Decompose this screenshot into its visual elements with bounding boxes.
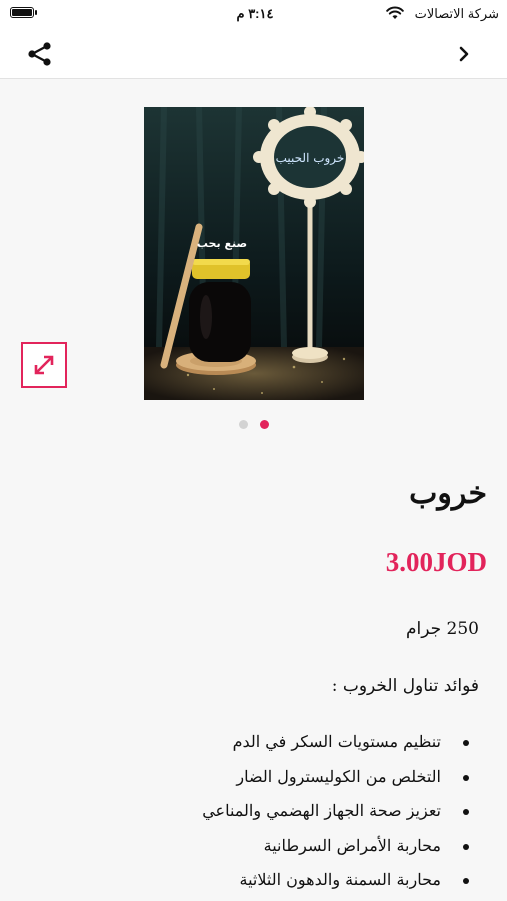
product-weight: 250 جرام bbox=[406, 619, 479, 639]
benefits-list: تنظيم مستويات السكر في الدم التخلص من ال… bbox=[202, 728, 469, 901]
carousel-dot-active[interactable] bbox=[260, 420, 269, 429]
status-time: ٣:١٤ م bbox=[236, 6, 274, 21]
benefits-heading: فوائد تناول الخروب : bbox=[331, 676, 479, 696]
image-caption: صنع بحب bbox=[197, 237, 247, 250]
carousel-dot[interactable] bbox=[239, 420, 248, 429]
list-item: محاربة السمنة والدهون الثلاثية bbox=[202, 866, 469, 901]
product-photo: صنع بحب خروب الحبيب bbox=[144, 107, 364, 400]
list-item: محاربة الأمراض السرطانية bbox=[202, 832, 469, 867]
navigation-bar bbox=[0, 28, 507, 79]
list-item: تنظيم مستويات السكر في الدم bbox=[202, 728, 469, 763]
list-item: التخلص من الكوليسترول الضار bbox=[202, 763, 469, 798]
battery-tip bbox=[35, 10, 37, 15]
chevron-right-icon[interactable] bbox=[452, 42, 476, 66]
status-bar: ٣:١٤ م شركة الاتصالات bbox=[0, 0, 507, 28]
product-image[interactable]: صنع بحب خروب الحبيب bbox=[144, 107, 364, 400]
product-title: خروب bbox=[409, 476, 487, 511]
expand-icon bbox=[34, 355, 54, 375]
product-price: 3.00JOD bbox=[385, 547, 487, 577]
image-sign-text: خروب الحبيب bbox=[276, 151, 345, 165]
expand-image-button[interactable] bbox=[21, 342, 67, 388]
carousel-indicator bbox=[236, 420, 276, 430]
wifi-icon bbox=[386, 6, 404, 19]
battery-icon bbox=[10, 7, 34, 18]
share-icon[interactable] bbox=[26, 40, 54, 68]
list-item: تعزيز صحة الجهاز الهضمي والمناعي bbox=[202, 797, 469, 832]
carrier-name: شركة الاتصالات bbox=[414, 6, 499, 21]
